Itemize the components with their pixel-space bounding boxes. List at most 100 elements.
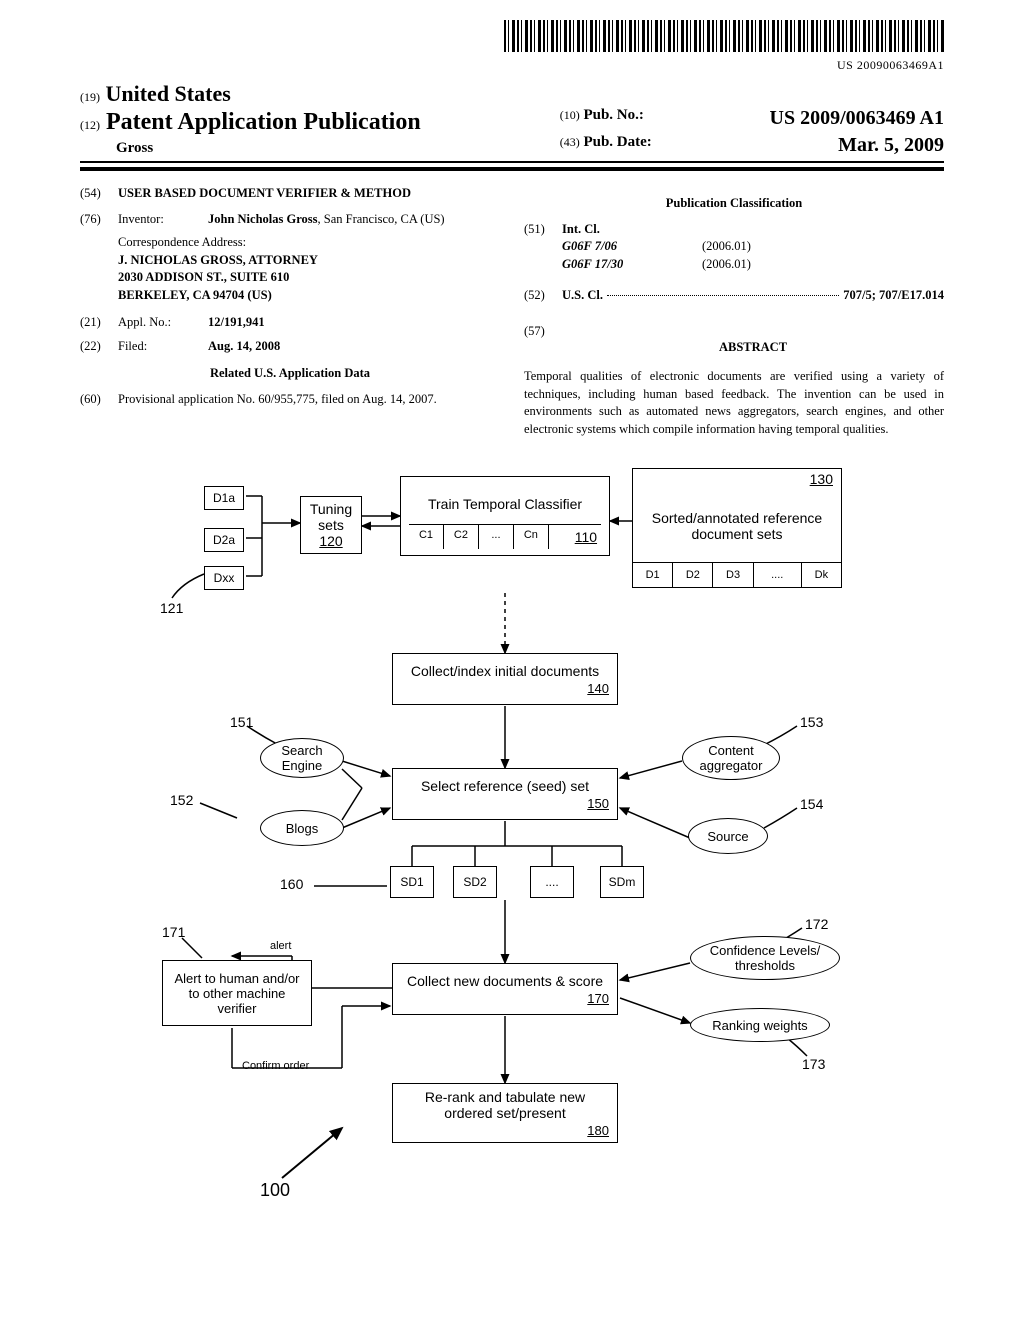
source-oval: Source xyxy=(688,818,768,854)
select-seed-ref: 150 xyxy=(587,796,609,811)
abstract-heading: ABSTRACT xyxy=(562,339,944,357)
filed-label: Filed: xyxy=(118,338,208,356)
barcode-area: US 20090063469A1 xyxy=(80,20,944,73)
alert-text-label: alert xyxy=(270,940,291,952)
d-cell-2: D3 xyxy=(713,563,753,587)
provisional-code: (60) xyxy=(80,391,118,409)
flowchart-figure: D1a D2a Dxx Tuning sets 120 Train Tempor… xyxy=(142,468,882,1208)
ref-121: 121 xyxy=(160,600,183,616)
inventor-code: (76) xyxy=(80,211,118,229)
train-ref: 110 xyxy=(549,525,601,549)
uscl-label: U.S. Cl. xyxy=(562,287,603,305)
ref-151: 151 xyxy=(230,714,253,730)
collect-index-box: Collect/index initial documents 140 xyxy=(392,653,618,705)
uscl-code: (52) xyxy=(524,287,562,305)
sd-cell-1: SD2 xyxy=(453,866,497,898)
ranking-weights-oval: Ranking weights xyxy=(690,1008,830,1042)
pubdate-value: Mar. 5, 2009 xyxy=(838,134,944,157)
c-cell-0: C1 xyxy=(409,525,444,549)
invention-title: USER BASED DOCUMENT VERIFIER & METHOD xyxy=(118,185,500,203)
pub-type-code: (12) xyxy=(80,118,100,132)
filed-code: (22) xyxy=(80,338,118,356)
inventor-label: Inventor: xyxy=(118,211,208,229)
ref-172: 172 xyxy=(805,916,828,932)
pubdate-code: (43) xyxy=(560,135,580,149)
inventor-location: , San Francisco, CA (US) xyxy=(318,212,445,226)
title-code: (54) xyxy=(80,185,118,203)
alert-box: Alert to human and/or to other machine v… xyxy=(162,960,312,1026)
doc-d1a: D1a xyxy=(204,486,244,510)
ref-160: 160 xyxy=(280,876,303,892)
abstract-text: Temporal qualities of electronic documen… xyxy=(524,368,944,438)
provisional-text: Provisional application No. 60/955,775, … xyxy=(118,391,500,409)
inventor-name: John Nicholas Gross xyxy=(208,212,318,226)
select-seed-label: Select reference (seed) set xyxy=(421,778,589,794)
doc-d2a: D2a xyxy=(204,528,244,552)
correspondence-city: BERKELEY, CA 94704 (US) xyxy=(118,287,500,305)
confirm-text-label: Confirm order xyxy=(242,1060,309,1072)
applno-value: 12/191,941 xyxy=(208,314,500,332)
classification-heading: Publication Classification xyxy=(524,195,944,213)
pubno-value: US 2009/0063469 A1 xyxy=(770,107,944,130)
barcode-text: US 20090063469A1 xyxy=(80,58,944,73)
collect-score-label: Collect new documents & score xyxy=(407,973,603,989)
ref-154: 154 xyxy=(800,796,823,812)
document-header: (19) United States (12) Patent Applicati… xyxy=(80,81,944,163)
barcode-graphic xyxy=(504,20,944,52)
ref-153: 153 xyxy=(800,714,823,730)
pubno-code: (10) xyxy=(560,108,580,122)
country-name: United States xyxy=(106,81,231,106)
country-code: (19) xyxy=(80,90,100,104)
intcl-code: (51) xyxy=(524,221,562,274)
collect-index-ref: 140 xyxy=(587,681,609,696)
intcl-class-0: G06F 7/06 xyxy=(562,238,662,256)
c-cell-1: C2 xyxy=(444,525,479,549)
collect-score-box: Collect new documents & score 170 xyxy=(392,963,618,1015)
intcl-class-1: G06F 17/30 xyxy=(562,256,662,274)
abstract-code: (57) xyxy=(524,323,562,363)
tuning-ref: 120 xyxy=(319,533,342,549)
collect-index-label: Collect/index initial documents xyxy=(411,663,599,679)
rerank-box: Re-rank and tabulate new ordered set/pre… xyxy=(392,1083,618,1143)
content-aggregator-oval: Content aggregator xyxy=(682,736,780,780)
ref-152: 152 xyxy=(170,792,193,808)
related-data-heading: Related U.S. Application Data xyxy=(80,365,500,383)
tuning-label: Tuning sets xyxy=(309,501,353,533)
intcl-label: Int. Cl. xyxy=(562,221,944,239)
applno-label: Appl. No.: xyxy=(118,314,208,332)
intcl-year-0: (2006.01) xyxy=(662,238,944,256)
correspondence-street: 2030 ADDISON ST., SUITE 610 xyxy=(118,269,500,287)
filed-value: Aug. 14, 2008 xyxy=(208,338,500,356)
ref-171: 171 xyxy=(162,924,185,940)
select-seed-box: Select reference (seed) set 150 xyxy=(392,768,618,820)
sd-cell-2: .... xyxy=(530,866,574,898)
ref-173: 173 xyxy=(802,1056,825,1072)
d-cell-1: D2 xyxy=(673,563,713,587)
blogs-oval: Blogs xyxy=(260,810,344,846)
sorted-ref: 130 xyxy=(633,469,841,489)
c-cell-3: Cn xyxy=(514,525,549,549)
intcl-year-1: (2006.01) xyxy=(662,256,944,274)
train-label: Train Temporal Classifier xyxy=(409,483,601,525)
applno-code: (21) xyxy=(80,314,118,332)
sorted-label: Sorted/annotated reference document sets xyxy=(633,489,841,563)
bibliographic-data: (54) USER BASED DOCUMENT VERIFIER & METH… xyxy=(80,185,944,438)
ref-100: 100 xyxy=(260,1180,290,1201)
sorted-docs-box: 130 Sorted/annotated reference document … xyxy=(632,468,842,588)
rerank-ref: 180 xyxy=(587,1123,609,1138)
collect-score-ref: 170 xyxy=(587,991,609,1006)
uscl-value: 707/5; 707/E17.014 xyxy=(843,287,944,305)
d-cell-4: Dk xyxy=(802,563,841,587)
doc-dxx: Dxx xyxy=(204,566,244,590)
rerank-label: Re-rank and tabulate new ordered set/pre… xyxy=(401,1089,609,1121)
header-rule xyxy=(80,167,944,171)
sd-cell-0: SD1 xyxy=(390,866,434,898)
pub-type: Patent Application Publication xyxy=(106,109,421,135)
pubdate-label: Pub. Date: xyxy=(583,134,651,150)
tuning-sets-box: Tuning sets 120 xyxy=(300,496,362,554)
confidence-oval: Confidence Levels/ thresholds xyxy=(690,936,840,980)
c-cell-2: ... xyxy=(479,525,514,549)
d-cell-3: .... xyxy=(754,563,802,587)
search-engine-oval: Search Engine xyxy=(260,738,344,778)
author-name: Gross xyxy=(80,140,550,157)
